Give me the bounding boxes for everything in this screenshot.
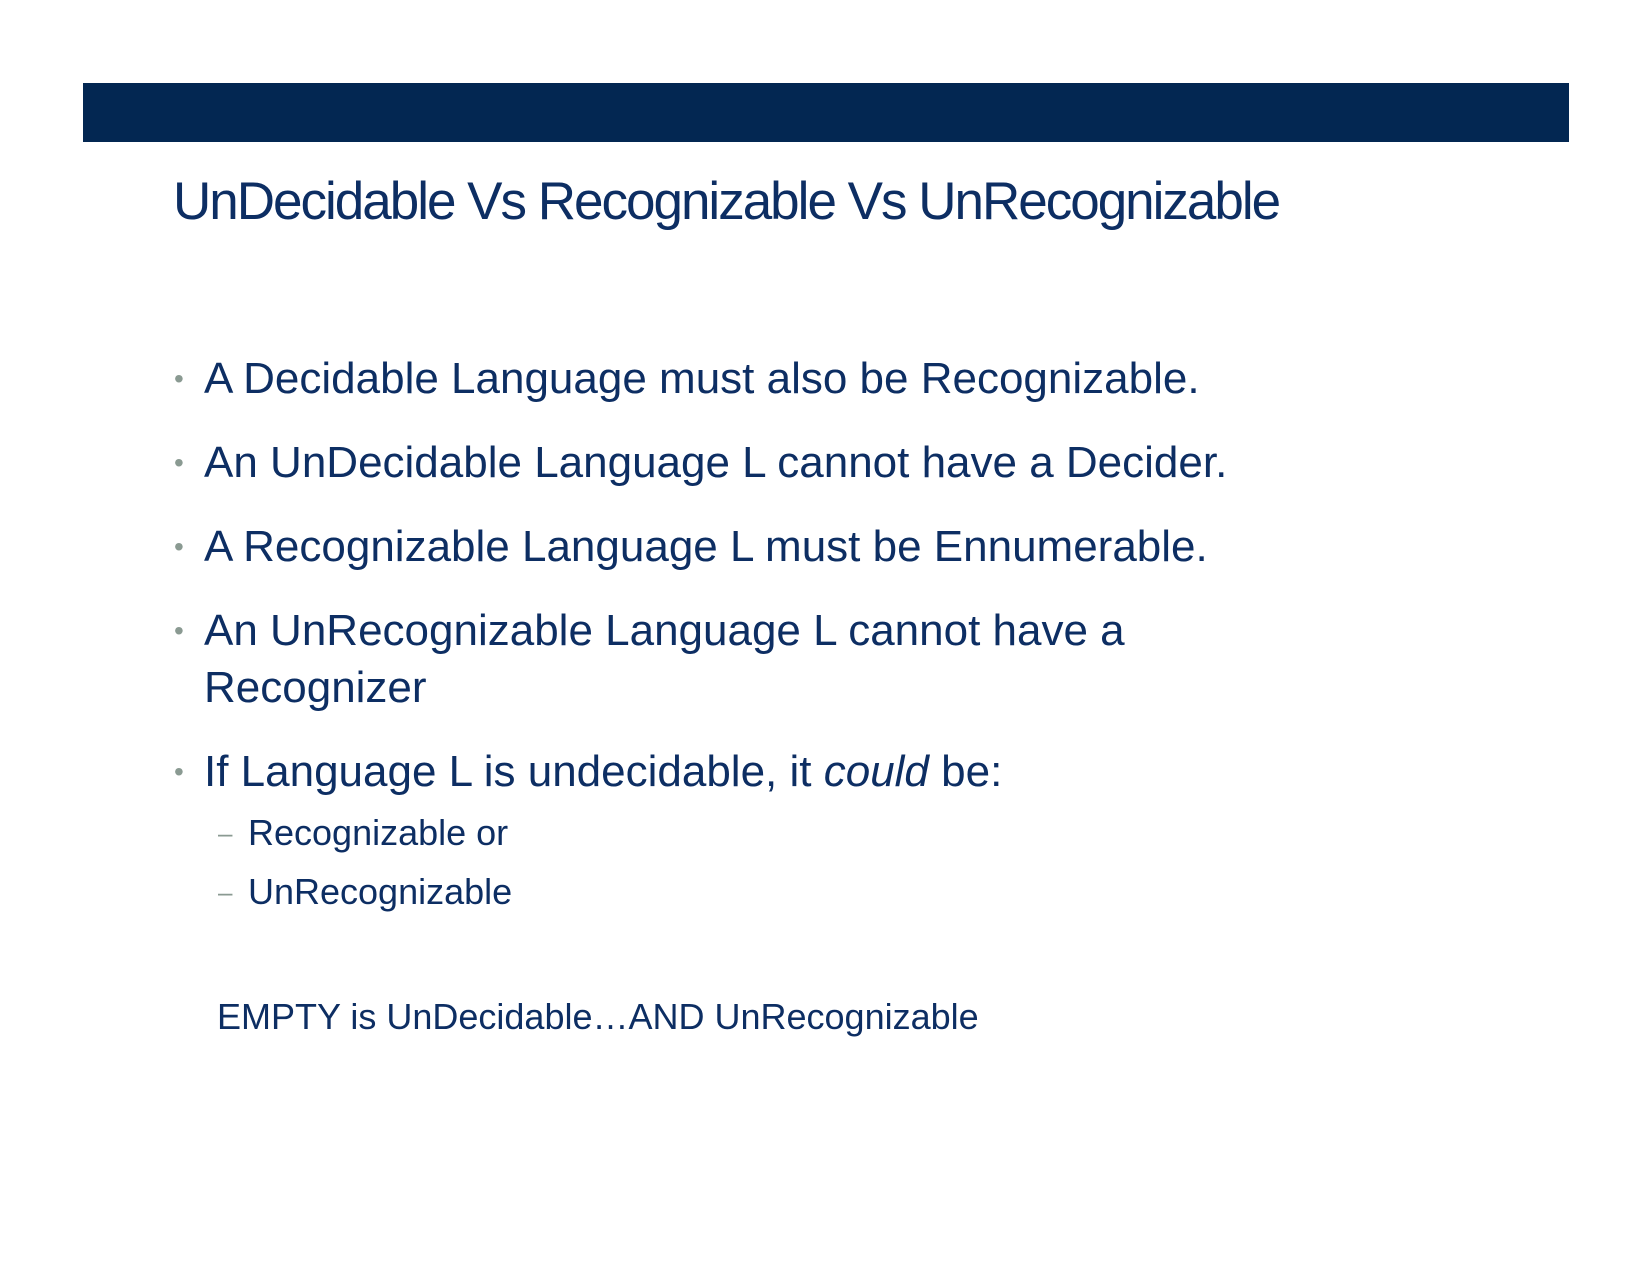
sub-item-text: UnRecognizable	[248, 871, 513, 912]
sub-item: – Recognizable or	[218, 811, 512, 855]
header-bar	[83, 83, 1569, 142]
bullet-marker: •	[174, 531, 184, 562]
sub-item-text: Recognizable or	[248, 812, 509, 853]
bullet-marker: •	[174, 447, 184, 478]
bullet-text: An UnDecidable Language L cannot have a …	[204, 438, 1228, 487]
sub-marker: –	[218, 818, 233, 848]
bullet-text: A Recognizable Language L must be Ennume…	[204, 522, 1208, 571]
bullet-list: • A Decidable Language must also be Reco…	[174, 350, 1474, 827]
slide-title: UnDecidable Vs Recognizable Vs UnRecogni…	[173, 172, 1281, 231]
bullet-text-emphasis: could	[823, 747, 929, 796]
bullet-text-line1: An UnRecognizable Language L cannot have…	[204, 606, 1125, 655]
bullet-text: A Decidable Language must also be Recogn…	[204, 354, 1200, 403]
sub-item: – UnRecognizable	[218, 870, 512, 914]
bullet-text-after: be:	[928, 747, 1003, 796]
bullet-item: • An UnDecidable Language L cannot have …	[174, 434, 1474, 491]
sub-list: – Recognizable or – UnRecognizable	[218, 811, 512, 929]
bullet-text-before: If Language L is undecidable, it	[204, 747, 824, 796]
bullet-item: • A Recognizable Language L must be Ennu…	[174, 518, 1474, 575]
bullet-item: • If Language L is undecidable, it could…	[174, 743, 1474, 800]
note-text: EMPTY is UnDecidable…AND UnRecognizable	[217, 996, 979, 1037]
bullet-item: • A Decidable Language must also be Reco…	[174, 350, 1474, 407]
bullet-marker: •	[174, 756, 184, 787]
bullet-text-line2: Recognizer	[204, 663, 427, 712]
bullet-item: • An UnRecognizable Language L cannot ha…	[174, 602, 1474, 716]
bullet-marker: •	[174, 615, 184, 646]
bullet-marker: •	[174, 363, 184, 394]
sub-marker: –	[218, 877, 233, 907]
